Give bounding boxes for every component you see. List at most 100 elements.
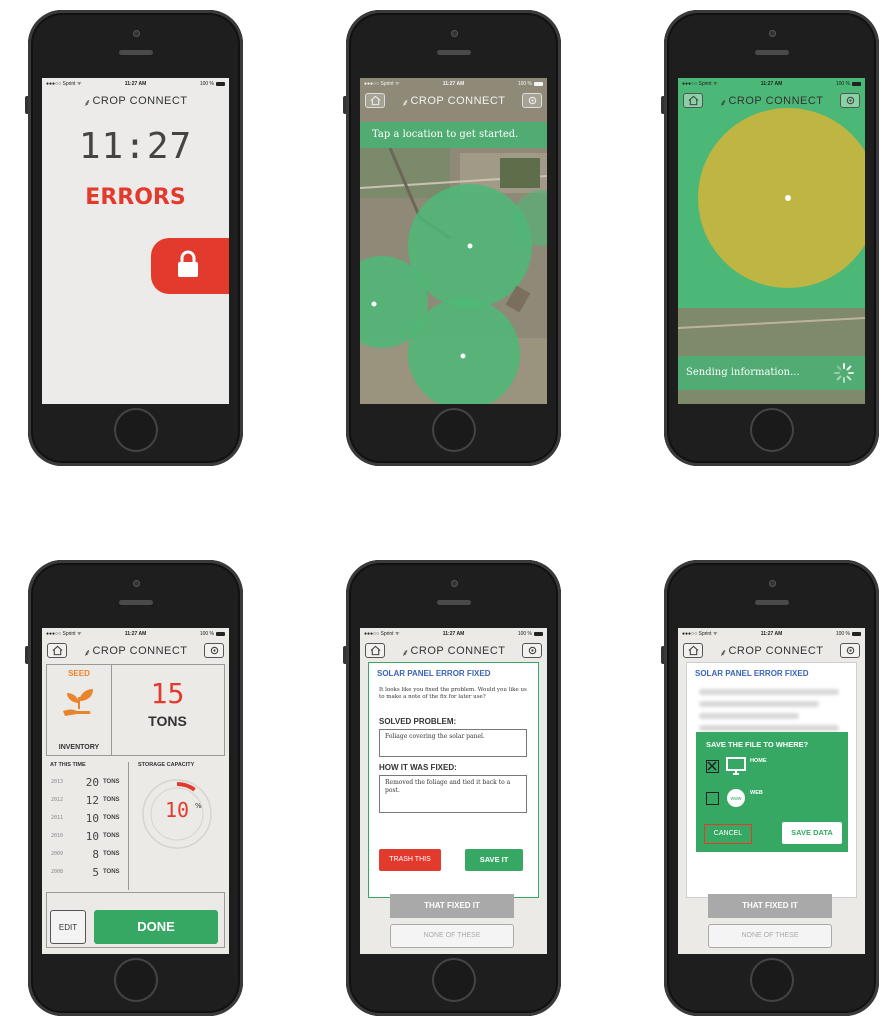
- battery-icon: [852, 81, 861, 86]
- history-row: 2009 8 TONS: [51, 848, 126, 861]
- card-title: SOLAR PANEL ERROR FIXED: [377, 669, 491, 678]
- history-year: 2008: [51, 869, 64, 875]
- phone-sending-screen: ●●●○○ Sprint ᯤ 11:27 AM 100 % ⸙CROP CONN…: [661, 10, 879, 466]
- wheat-icon: ⸙: [83, 648, 92, 659]
- edit-button[interactable]: EDIT: [50, 910, 86, 944]
- how-heading: HOW IT WAS FIXED:: [379, 763, 457, 772]
- wheat-icon: ⸙: [719, 648, 728, 659]
- battery-icon: [852, 631, 861, 636]
- wheat-icon: ⸙: [401, 648, 410, 659]
- unlock-slider[interactable]: [151, 238, 229, 294]
- save-data-button[interactable]: SAVE DATA: [782, 822, 842, 844]
- battery-label: 100 %: [517, 631, 532, 637]
- instruction-banner: Tap a location to get started.: [360, 122, 547, 148]
- camera: [132, 30, 140, 37]
- that-fixed-it-button[interactable]: THAT FIXED IT: [708, 894, 832, 918]
- battery-icon: [216, 631, 225, 636]
- history-amount: 8: [92, 848, 99, 861]
- logo-text: CROP CONNECT: [92, 95, 188, 107]
- camera: [132, 580, 140, 587]
- seed-tile[interactable]: SEED INVENTORY: [47, 665, 112, 755]
- home-button[interactable]: [749, 408, 794, 452]
- battery-icon: [216, 81, 225, 86]
- none-of-these-button[interactable]: NONE OF THESE: [390, 924, 514, 948]
- fix-report-card: SOLAR PANEL ERROR FIXED It looks like yo…: [368, 662, 539, 898]
- speaker: [436, 600, 471, 605]
- settings-button[interactable]: [840, 93, 860, 108]
- history-year: 2009: [51, 851, 64, 857]
- history-amount: 20: [85, 776, 99, 789]
- camera: [450, 580, 458, 587]
- app-logo: ⸙CROP CONNECT: [42, 645, 229, 659]
- history-amount: 10: [85, 812, 99, 825]
- history-unit: TONS: [103, 779, 120, 785]
- card-intro: It looks like you fixed the problem. Wou…: [379, 687, 527, 700]
- web-icon: www: [727, 789, 745, 807]
- home-button[interactable]: [431, 958, 476, 1002]
- blurred-text: [699, 713, 799, 719]
- lock-icon: [178, 250, 198, 277]
- battery-icon: [534, 81, 543, 86]
- storage-unit: %: [195, 802, 202, 810]
- speaker: [118, 600, 153, 605]
- history-amount: 10: [85, 830, 99, 843]
- none-of-these-button[interactable]: NONE OF THESE: [708, 924, 832, 948]
- blurred-text: [699, 725, 839, 731]
- settings-button[interactable]: [522, 643, 542, 658]
- inventory-panel: SEED INVENTORY 15 TONS: [46, 664, 225, 756]
- history-row: 2008 5 TONS: [51, 866, 126, 879]
- wheat-icon: ⸙: [719, 98, 728, 109]
- storage-heading: STORAGE CAPACITY: [138, 762, 195, 768]
- history-amount: 5: [92, 866, 99, 879]
- settings-button[interactable]: [840, 643, 860, 658]
- history-year: 2013: [51, 779, 64, 785]
- home-checkbox[interactable]: [706, 760, 719, 773]
- app-logo: ⸙CROP CONNECT: [360, 645, 547, 659]
- how-field[interactable]: Removed the foliage and tied it back to …: [379, 775, 527, 813]
- settings-button[interactable]: [522, 93, 542, 108]
- speaker: [118, 50, 153, 55]
- gear-icon: [528, 96, 536, 105]
- spinner-icon: [834, 363, 854, 383]
- wheat-icon: ⸙: [401, 98, 410, 109]
- history-unit: TONS: [103, 815, 120, 821]
- solved-heading: SOLVED PROBLEM:: [379, 717, 457, 726]
- phone-inventory-screen: ●●●○○ Sprint ᯤ 11:27 AM 100 % ⸙CROP CONN…: [25, 560, 243, 1016]
- history-row: 2012 12 TONS: [51, 794, 126, 807]
- column-divider: [128, 762, 129, 890]
- done-button[interactable]: DONE: [94, 910, 218, 944]
- web-checkbox[interactable]: [706, 792, 719, 805]
- seed-label: SEED: [68, 669, 90, 678]
- storage-value: 10: [164, 798, 190, 822]
- home-button[interactable]: [113, 408, 158, 452]
- logo-text: CROP CONNECT: [728, 95, 824, 107]
- battery-icon: [534, 631, 543, 636]
- save-button[interactable]: SAVE IT: [465, 849, 523, 871]
- history-row: 2013 20 TONS: [51, 776, 126, 789]
- phone-fix-report-screen: ●●●○○ Sprint ᯤ 11:27 AM 100 % ⸙CROP CONN…: [343, 560, 561, 1016]
- sending-banner: Sending information...: [678, 356, 865, 390]
- logo-text: CROP CONNECT: [410, 95, 506, 107]
- trash-button[interactable]: TRASH THIS: [379, 849, 441, 871]
- that-fixed-it-button[interactable]: THAT FIXED IT: [390, 894, 514, 918]
- seed-unit: TONS: [148, 713, 187, 729]
- cancel-button[interactable]: CANCEL: [704, 824, 752, 844]
- settings-button[interactable]: [204, 643, 224, 658]
- blurred-text: [699, 701, 819, 707]
- solved-field[interactable]: Foliage covering the solar panel.: [379, 729, 527, 757]
- home-button[interactable]: [431, 408, 476, 452]
- speaker: [754, 600, 789, 605]
- home-button[interactable]: [749, 958, 794, 1002]
- gear-icon: [210, 646, 218, 655]
- camera: [768, 580, 776, 587]
- phone-lock-screen: ●●●○○ Sprint ᯤ 11:27 AM 100 % ⸙CROP CONN…: [25, 10, 243, 466]
- app-logo: ⸙CROP CONNECT: [360, 95, 547, 109]
- logo-text: CROP CONNECT: [728, 645, 824, 657]
- seed-amount: 15: [150, 677, 185, 710]
- speaker: [754, 50, 789, 55]
- home-button[interactable]: [113, 958, 158, 1002]
- speaker: [436, 50, 471, 55]
- battery-label: 100 %: [199, 81, 214, 87]
- battery-label: 100 %: [835, 631, 850, 637]
- web-option-label: WEB: [750, 790, 763, 796]
